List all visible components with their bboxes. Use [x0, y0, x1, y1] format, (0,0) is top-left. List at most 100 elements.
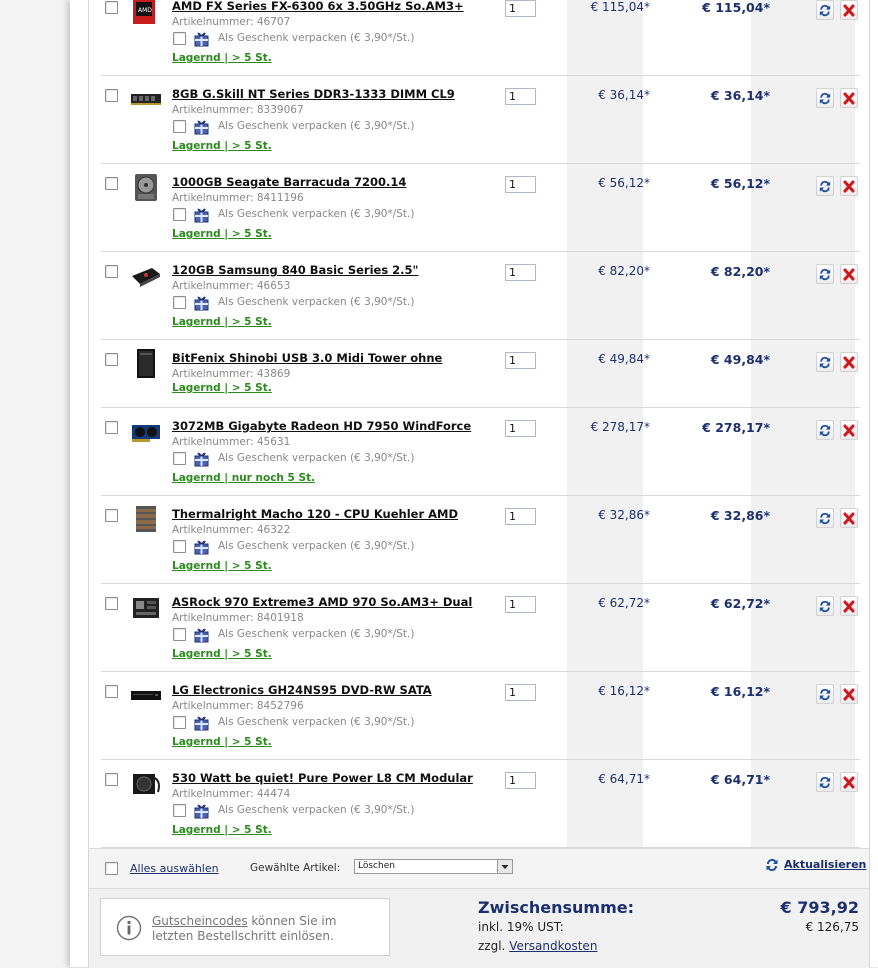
- item-select-checkbox[interactable]: [105, 597, 118, 610]
- product-title-link[interactable]: 120GB Samsung 840 Basic Series 2.5": [172, 263, 419, 277]
- delete-item-button[interactable]: [840, 420, 858, 440]
- refresh-icon[interactable]: [765, 857, 779, 876]
- shipping-costs-link[interactable]: Versandkosten: [509, 939, 597, 953]
- article-number: Artikelnummer: 8339067: [172, 104, 304, 116]
- gift-wrap-label: Als Geschenk verpacken (€ 3,90*/St.): [218, 540, 415, 552]
- item-select-checkbox[interactable]: [105, 353, 118, 366]
- stock-status-link[interactable]: Lagernd | > 5 St.: [172, 382, 272, 394]
- coupon-info-box: Gutscheincodes können Sie im letzten Bes…: [100, 898, 390, 956]
- gift-wrap-checkbox[interactable]: [173, 804, 186, 817]
- delete-item-button[interactable]: [840, 88, 858, 108]
- delete-item-button[interactable]: [840, 684, 858, 704]
- quantity-input[interactable]: [505, 88, 536, 105]
- gift-wrap-checkbox[interactable]: [173, 32, 186, 45]
- graphics-card-icon[interactable]: [130, 416, 162, 446]
- delete-item-button[interactable]: [840, 508, 858, 528]
- product-title-link[interactable]: ASRock 970 Extreme3 AMD 970 So.AM3+ Dual: [172, 595, 472, 609]
- gift-wrap-checkbox[interactable]: [173, 628, 186, 641]
- hard-drive-icon[interactable]: [130, 172, 162, 202]
- cart-item-row: LG Electronics GH24NS95 DVD-RW SATA Artik…: [89, 672, 869, 760]
- cpu-box-icon[interactable]: AMD: [130, 0, 162, 26]
- stock-status-link[interactable]: Lagernd | > 5 St.: [172, 736, 272, 748]
- ram-module-icon[interactable]: [130, 84, 162, 114]
- update-item-button[interactable]: [816, 0, 834, 20]
- gift-wrap-checkbox[interactable]: [173, 452, 186, 465]
- quantity-input[interactable]: [505, 176, 536, 193]
- quantity-input[interactable]: [505, 772, 536, 789]
- update-item-button[interactable]: [816, 508, 834, 528]
- product-title-link[interactable]: 8GB G.Skill NT Series DDR3-1333 DIMM CL9: [172, 87, 455, 101]
- quantity-input[interactable]: [505, 420, 536, 437]
- update-item-button[interactable]: [816, 684, 834, 704]
- update-item-button[interactable]: [816, 420, 834, 440]
- stock-status-link[interactable]: Lagernd | > 5 St.: [172, 824, 272, 836]
- delete-item-button[interactable]: [840, 264, 858, 284]
- article-number: Artikelnummer: 46653: [172, 280, 290, 292]
- unit-price: € 62,72*: [598, 596, 650, 610]
- quantity-input[interactable]: [505, 0, 536, 17]
- update-item-button[interactable]: [816, 88, 834, 108]
- ssd-icon[interactable]: [130, 260, 162, 290]
- stock-status-link[interactable]: Lagernd | > 5 St.: [172, 560, 272, 572]
- select-all-link[interactable]: Alles auswählen: [130, 862, 219, 875]
- item-select-checkbox[interactable]: [105, 89, 118, 102]
- update-item-button[interactable]: [816, 772, 834, 792]
- cart-item-row: BitFenix Shinobi USB 3.0 Midi Tower ohne…: [89, 340, 869, 408]
- delete-item-button[interactable]: [840, 352, 858, 372]
- gift-wrap-checkbox[interactable]: [173, 296, 186, 309]
- gift-wrap-checkbox[interactable]: [173, 716, 186, 729]
- delete-item-button[interactable]: [840, 0, 858, 20]
- unit-price: € 64,71*: [598, 772, 650, 786]
- item-select-checkbox[interactable]: [105, 421, 118, 434]
- item-select-checkbox[interactable]: [105, 177, 118, 190]
- gift-wrap-checkbox[interactable]: [173, 540, 186, 553]
- quantity-input[interactable]: [505, 264, 536, 281]
- product-title-link[interactable]: 3072MB Gigabyte Radeon HD 7950 WindForce: [172, 419, 471, 433]
- line-total: € 49,84*: [710, 352, 770, 367]
- product-title-link[interactable]: BitFenix Shinobi USB 3.0 Midi Tower ohne: [172, 351, 442, 365]
- item-select-checkbox[interactable]: [105, 265, 118, 278]
- quantity-input[interactable]: [505, 352, 536, 369]
- stock-status-link[interactable]: Lagernd | > 5 St.: [172, 228, 272, 240]
- item-select-checkbox[interactable]: [105, 773, 118, 786]
- dropdown-arrow-icon[interactable]: [497, 860, 512, 873]
- product-title-link[interactable]: AMD FX Series FX-6300 6x 3.50GHz So.AM3+: [172, 0, 464, 13]
- power-supply-icon[interactable]: [130, 768, 162, 798]
- item-select-checkbox[interactable]: [105, 1, 118, 14]
- update-item-button[interactable]: [816, 176, 834, 196]
- article-number-value: 44474: [256, 788, 291, 800]
- delete-item-button[interactable]: [840, 772, 858, 792]
- coupon-codes-link[interactable]: Gutscheincodes: [152, 914, 248, 928]
- stock-status-link[interactable]: Lagernd | > 5 St.: [172, 140, 272, 152]
- bulk-action-select[interactable]: Löschen: [354, 859, 513, 874]
- info-icon: [116, 915, 142, 944]
- delete-item-button[interactable]: [840, 596, 858, 616]
- item-select-checkbox[interactable]: [105, 685, 118, 698]
- update-item-button[interactable]: [816, 352, 834, 372]
- update-item-button[interactable]: [816, 596, 834, 616]
- quantity-input[interactable]: [505, 596, 536, 613]
- product-title-link[interactable]: Thermalright Macho 120 - CPU Kuehler AMD: [172, 507, 458, 521]
- pc-case-icon[interactable]: [130, 348, 162, 378]
- refresh-link[interactable]: Aktualisieren: [784, 858, 866, 871]
- stock-status-link[interactable]: Lagernd | nur noch 5 St.: [172, 472, 315, 484]
- line-total: € 32,86*: [710, 508, 770, 523]
- delete-item-button[interactable]: [840, 176, 858, 196]
- quantity-input[interactable]: [505, 684, 536, 701]
- motherboard-icon[interactable]: [130, 592, 162, 622]
- gift-wrap-checkbox[interactable]: [173, 120, 186, 133]
- select-all-checkbox[interactable]: [105, 862, 118, 875]
- product-title-link[interactable]: 1000GB Seagate Barracuda 7200.14: [172, 175, 406, 189]
- gift-wrap-checkbox[interactable]: [173, 208, 186, 221]
- stock-status-link[interactable]: Lagernd | > 5 St.: [172, 648, 272, 660]
- dvd-drive-icon[interactable]: [130, 680, 162, 710]
- cpu-cooler-icon[interactable]: [130, 504, 162, 534]
- product-title-link[interactable]: 530 Watt be quiet! Pure Power L8 CM Modu…: [172, 771, 473, 785]
- item-select-checkbox[interactable]: [105, 509, 118, 522]
- product-title-link[interactable]: LG Electronics GH24NS95 DVD-RW SATA: [172, 683, 432, 697]
- update-item-button[interactable]: [816, 264, 834, 284]
- stock-status-link[interactable]: Lagernd | > 5 St.: [172, 316, 272, 328]
- quantity-input[interactable]: [505, 508, 536, 525]
- stock-status-link[interactable]: Lagernd | > 5 St.: [172, 52, 272, 64]
- gift-wrap-label: Als Geschenk verpacken (€ 3,90*/St.): [218, 716, 415, 728]
